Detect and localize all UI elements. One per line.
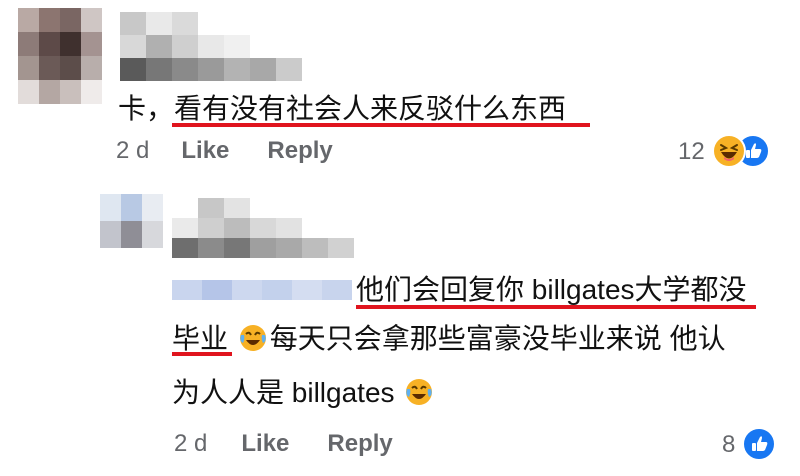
reply-avatar-pixelated[interactable] [100,194,164,248]
reply-actions: 2 d Like Reply [174,430,393,458]
mention-tag-pixelated[interactable] [172,280,352,300]
comment-text: 卡，看有没有社会人来反驳什么东西 [118,92,566,126]
tears-of-joy-emoji [404,377,434,415]
reaction-count[interactable]: 12 [678,138,705,166]
replier-name-pixelated[interactable] [172,198,356,260]
reactions-summary[interactable] [742,427,778,461]
comment-text-prefix: 卡， [118,93,175,124]
reply-button[interactable]: Reply [327,430,392,458]
like-button[interactable]: Like [181,137,229,165]
reply-text-line-3-text: 为人人是 billgates [172,377,395,408]
reply-text-line-2: 毕业 每天只会拿那些富豪没毕业来说 他认 [172,322,726,361]
tears-of-joy-emoji [238,323,268,361]
highlight-underline [172,352,232,356]
like-icon [742,427,776,461]
avatar-pixelated[interactable] [18,8,102,104]
commenter-name-pixelated[interactable] [120,12,302,82]
reply-text-line-3: 为人人是 billgates [172,376,434,415]
laugh-icon [712,134,746,168]
reply-text-line-1: 他们会回复你 billgates大学都没 [356,274,747,305]
timestamp[interactable]: 2 d [116,137,149,165]
reaction-count[interactable]: 8 [722,431,735,459]
reactions-summary[interactable] [712,134,778,168]
reply-button[interactable]: Reply [267,137,332,165]
highlight-underline [172,123,590,127]
like-button[interactable]: Like [241,430,289,458]
timestamp[interactable]: 2 d [174,430,207,458]
reply-text-rest: 每天只会拿那些富豪没毕业来说 他认 [269,323,726,354]
reply-text-highlighted: 毕业 [172,323,229,354]
highlight-underline [356,305,756,309]
comment-actions: 2 d Like Reply [116,137,333,165]
comment-text-highlighted: 看有没有社会人来反驳什么东西 [174,93,567,124]
